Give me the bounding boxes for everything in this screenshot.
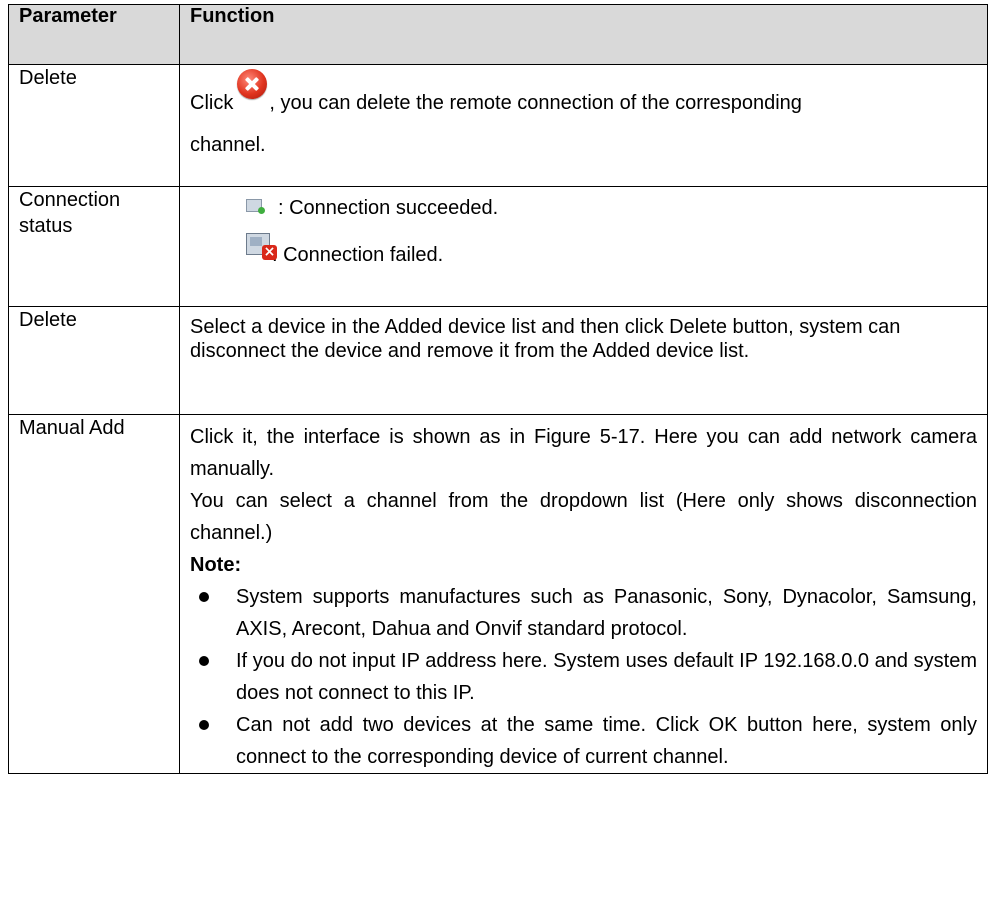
header-parameter: Parameter — [8, 4, 180, 65]
note-text: Can not add two devices at the same time… — [236, 714, 977, 768]
delete-description-line2: channel. — [190, 134, 266, 156]
bullet-icon — [199, 592, 209, 602]
note-label: Note: — [190, 554, 242, 576]
list-item: If you do not input IP address here. Sys… — [190, 645, 977, 709]
row-delete-parameter: Delete — [8, 64, 180, 187]
table-row: Delete Click , you can delete the remote … — [8, 64, 988, 187]
note-text: If you do not input IP address here. Sys… — [236, 650, 977, 704]
header-function: Function — [179, 4, 988, 65]
row-delete-function: Click , you can delete the remote connect… — [179, 64, 988, 187]
manual-add-paragraph-1: Click it, the interface is shown as in F… — [190, 426, 977, 480]
delete-device-description: Select a device in the Added device list… — [190, 316, 901, 362]
table-header-row: Parameter Function — [8, 4, 988, 65]
bullet-icon — [199, 720, 209, 730]
notes-list: System supports manufactures such as Pan… — [190, 581, 977, 773]
delete-description: , you can delete the remote connection o… — [269, 92, 802, 114]
row-delete-device-function: Select a device in the Added device list… — [179, 306, 988, 415]
table-row: Manual Add Click it, the interface is sh… — [8, 414, 988, 774]
table-row: Connection status : Connection succeeded… — [8, 186, 988, 307]
parameter-table: Parameter Function Delete Click , you can… — [8, 4, 988, 774]
row-manual-add-function: Click it, the interface is shown as in F… — [179, 414, 988, 774]
status-fail-text: : Connection failed. — [272, 244, 444, 266]
status-success-text: : Connection succeeded. — [278, 197, 499, 219]
list-item: Can not add two devices at the same time… — [190, 709, 977, 773]
bullet-icon — [199, 656, 209, 666]
connection-success-icon — [246, 199, 265, 214]
manual-add-paragraph-2: You can select a channel from the dropdo… — [190, 490, 977, 544]
table-row: Delete Select a device in the Added devi… — [8, 306, 988, 415]
row-connection-status-function: : Connection succeeded. : Connection fai… — [179, 186, 988, 307]
close-icon — [237, 69, 268, 99]
document-page: Parameter Function Delete Click , you can… — [0, 0, 995, 918]
row-connection-status-parameter: Connection status — [8, 186, 180, 307]
row-manual-add-parameter: Manual Add — [8, 414, 180, 774]
connection-failed-icon — [246, 233, 277, 260]
row-delete-device-parameter: Delete — [8, 306, 180, 415]
note-text: System supports manufactures such as Pan… — [236, 586, 977, 640]
list-item: System supports manufactures such as Pan… — [190, 581, 977, 645]
click-text: Click — [190, 92, 234, 114]
